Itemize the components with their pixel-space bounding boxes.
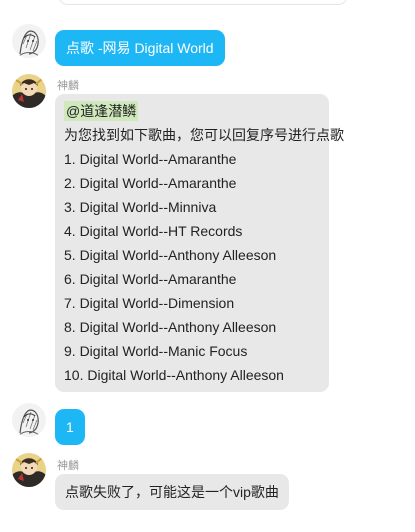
bot-sender-name: 神麟 xyxy=(57,460,79,472)
chat-window: 点歌 -网易 Digital World 神麟 @道逢潜鳞 为您找到如下歌曲，您… xyxy=(0,0,415,532)
fail-text: 点歌失败了，可能这是一个vip歌曲 xyxy=(65,484,279,500)
result-item-1: 1. Digital World--Amaranthe xyxy=(64,151,237,167)
bot-avatar[interactable] xyxy=(12,453,46,487)
result-item-7: 7. Digital World--Dimension xyxy=(64,295,235,311)
result-item-4: 4. Digital World--HT Records xyxy=(64,223,243,239)
result-item-9: 9. Digital World--Manic Focus xyxy=(64,343,248,359)
result-item-10: 10. Digital World--Anthony Alleeson xyxy=(64,367,284,383)
result-item-5: 5. Digital World--Anthony Alleeson xyxy=(64,247,277,263)
results-intro: 为您找到如下歌曲，您可以回复序号进行点歌 xyxy=(64,127,344,143)
bot-fail-bubble[interactable]: 点歌失败了，可能这是一个vip歌曲 xyxy=(55,474,289,510)
user-choice-bubble[interactable]: 1 xyxy=(55,409,85,445)
mention-tag[interactable]: @道逢潜鳞 xyxy=(64,101,139,121)
result-item-8: 8. Digital World--Anthony Alleeson xyxy=(64,319,277,335)
result-item-2: 2. Digital World--Amaranthe xyxy=(64,175,237,191)
result-item-3: 3. Digital World--Minniva xyxy=(64,199,217,215)
user-choice-text: 1 xyxy=(66,419,74,435)
user-request-bubble[interactable]: 点歌 -网易 Digital World xyxy=(55,30,225,66)
user-request-text: 点歌 -网易 Digital World xyxy=(66,40,214,56)
user-avatar[interactable] xyxy=(12,24,46,58)
user-avatar[interactable] xyxy=(12,403,46,437)
bot-sender-name: 神麟 xyxy=(57,80,79,92)
previous-message-bubble xyxy=(58,0,348,5)
bot-avatar[interactable] xyxy=(12,74,46,108)
result-item-6: 6. Digital World--Amaranthe xyxy=(64,271,237,287)
bot-results-bubble[interactable]: @道逢潜鳞 为您找到如下歌曲，您可以回复序号进行点歌 1. Digital Wo… xyxy=(55,94,344,392)
